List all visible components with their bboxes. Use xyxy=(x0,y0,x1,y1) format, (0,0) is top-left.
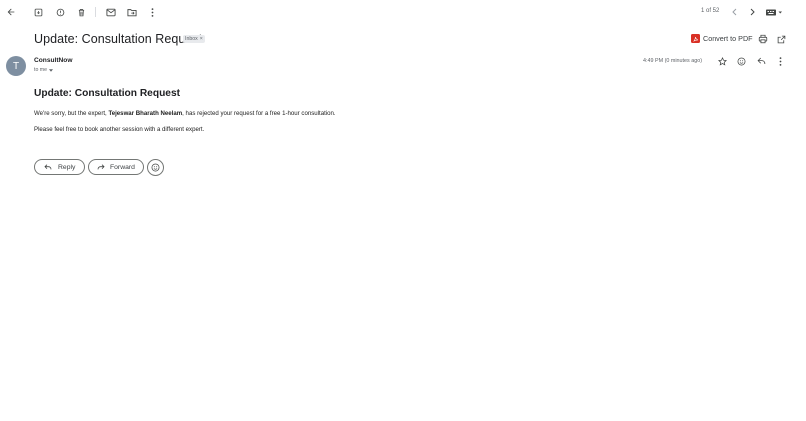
inbox-label-chip[interactable]: Inbox × xyxy=(183,35,205,43)
message-more-vert-icon[interactable] xyxy=(773,54,787,68)
email-body-paragraph-1: We're sorry, but the expert, Tejeswar Bh… xyxy=(34,110,336,117)
move-to-icon[interactable] xyxy=(125,5,139,19)
star-icon[interactable] xyxy=(715,54,729,68)
reply-button[interactable]: Reply xyxy=(34,159,85,175)
email-subject: Update: Consultation Request xyxy=(34,32,203,46)
archive-icon[interactable] xyxy=(31,5,45,19)
print-icon[interactable] xyxy=(756,32,770,46)
inbox-label-text: Inbox xyxy=(185,36,198,42)
input-tools-keyboard-icon[interactable] xyxy=(764,5,784,19)
forward-button[interactable]: Forward xyxy=(88,159,144,175)
sender-name[interactable]: ConsultNow xyxy=(34,57,72,64)
mark-unread-icon[interactable] xyxy=(104,5,118,19)
add-reaction-icon[interactable] xyxy=(734,54,748,68)
para1-before: We're sorry, but the expert, xyxy=(34,110,109,117)
more-vert-icon[interactable] xyxy=(145,5,159,19)
smiley-icon xyxy=(151,163,160,172)
expert-name: Tejeswar Bharath Neelam xyxy=(108,110,183,117)
forward-button-icon xyxy=(97,164,105,170)
chevron-right-icon[interactable] xyxy=(745,5,759,19)
reply-icon[interactable] xyxy=(754,54,768,68)
report-spam-icon[interactable] xyxy=(53,5,67,19)
recipient-text: to me xyxy=(34,67,47,73)
convert-to-pdf-label[interactable]: Convert to PDF xyxy=(703,34,753,43)
sender-avatar: T xyxy=(6,56,26,76)
reply-button-label: Reply xyxy=(58,163,76,171)
emoji-reaction-button[interactable] xyxy=(147,159,164,176)
pagination-count: 1 of 52 xyxy=(701,8,720,14)
chevron-left-icon[interactable] xyxy=(727,5,741,19)
pdf-icon[interactable] xyxy=(691,34,700,43)
message-timestamp: 4:49 PM (0 minutes ago) xyxy=(643,58,703,64)
email-body-paragraph-2: Please feel free to book another session… xyxy=(34,126,205,133)
label-remove-icon[interactable]: × xyxy=(200,35,203,43)
back-arrow-icon[interactable] xyxy=(4,5,18,19)
forward-button-label: Forward xyxy=(110,163,135,171)
open-in-new-window-icon[interactable] xyxy=(774,32,788,46)
para1-after: , has rejected your request for a free 1… xyxy=(182,110,336,117)
toolbar-divider xyxy=(95,7,96,17)
reply-button-icon xyxy=(44,164,52,170)
recipient-dropdown-icon xyxy=(48,68,53,72)
recipient-details[interactable]: to me xyxy=(34,67,53,73)
email-body-heading: Update: Consultation Request xyxy=(34,88,181,99)
delete-icon[interactable] xyxy=(74,5,88,19)
